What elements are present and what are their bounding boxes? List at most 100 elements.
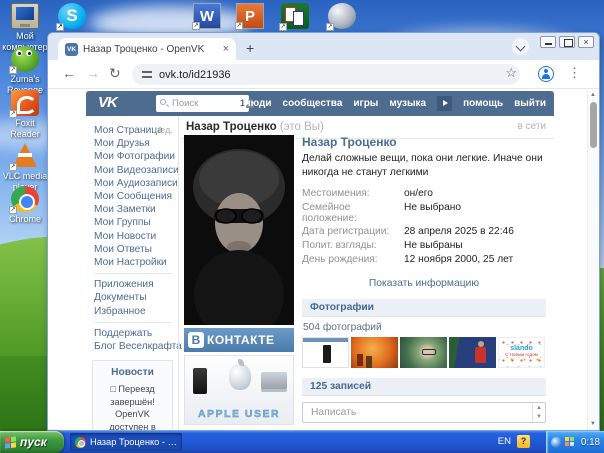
- address-bar[interactable]: ovk.to/id21936: [132, 64, 520, 85]
- icon-label: Foxit Reader: [1, 118, 49, 139]
- photo-thumbnail[interactable]: [400, 337, 447, 368]
- wall-write-input[interactable]: Написать ▲▼: [302, 402, 546, 423]
- desktop-icon-zuma[interactable]: ↗ Zuma's Revenge: [1, 46, 49, 95]
- profile-name[interactable]: Назар Троценко: [302, 135, 546, 149]
- sidebar-item-donate[interactable]: Поддержать: [86, 327, 178, 340]
- vk-sidebar: Моя Страницаред. Мои Друзья Мои Фотограф…: [86, 116, 178, 430]
- photo-thumbnail[interactable]: slando С Новым годом: [498, 337, 545, 368]
- task-label: Назар Троценко - О...: [90, 437, 177, 447]
- sidebar-item-answers[interactable]: Мои Ответы: [86, 243, 178, 256]
- nav-people[interactable]: люди: [244, 98, 271, 109]
- sidebar-item-messages[interactable]: Мои Сообщения: [86, 190, 178, 203]
- sidebar-item-my-page[interactable]: Моя Страницаред.: [86, 124, 178, 137]
- photo-thumbnail[interactable]: [449, 337, 496, 368]
- icon-label: Chrome: [1, 214, 49, 225]
- sidebar-item-blog[interactable]: Блог Веселкрафта: [86, 340, 178, 353]
- taskbar-window-button[interactable]: Назар Троценко - О...: [70, 433, 182, 451]
- taskbar: пуск Назар Троценко - О... EN ? 0:18: [0, 431, 604, 453]
- window-controls: ×: [540, 36, 594, 48]
- profile-avatar-icon[interactable]: [538, 66, 554, 82]
- photos-count-link[interactable]: 504 фотографий: [303, 322, 546, 333]
- photos-row: slando С Новым годом: [302, 337, 546, 368]
- sidebar-item-audio[interactable]: Мои Аудиозаписи: [86, 177, 178, 190]
- resize-handle[interactable]: ▲▼: [532, 403, 545, 422]
- sidebar-item-photos[interactable]: Мои Фотографии: [86, 150, 178, 163]
- language-indicator[interactable]: EN: [498, 436, 511, 447]
- sidebar-item-groups[interactable]: Мои Группы: [86, 216, 178, 229]
- bookmark-star-icon[interactable]: ☆: [505, 65, 517, 81]
- play-button-icon[interactable]: [437, 96, 452, 111]
- close-button[interactable]: ×: [578, 36, 594, 48]
- info-value: Не выбраны: [404, 240, 463, 251]
- maximize-button[interactable]: [559, 36, 575, 48]
- tab-close-icon[interactable]: ×: [223, 44, 229, 55]
- desktop-icon-my-computer[interactable]: Мой компьютер: [1, 3, 49, 52]
- back-button[interactable]: ←: [62, 65, 76, 81]
- browser-tab[interactable]: VK Назар Троценко - OpenVK ×: [58, 38, 236, 60]
- nav-music[interactable]: музыка: [389, 98, 426, 109]
- menu-dots-icon[interactable]: ⋮: [568, 65, 581, 81]
- info-value: Не выбрано: [404, 202, 461, 224]
- scrollbar[interactable]: ▲ ▼: [587, 90, 598, 430]
- clock[interactable]: 0:18: [581, 437, 600, 448]
- foxit-icon: ↗: [11, 90, 39, 116]
- browser-window: VK Назар Троценко - OpenVK × + × ← → ↻ o…: [47, 32, 600, 431]
- wall-section-header[interactable]: 125 записей: [302, 378, 546, 396]
- nav-communities[interactable]: сообщества: [283, 98, 343, 109]
- info-value: он/его: [404, 188, 433, 199]
- sidebar-item-apps[interactable]: Приложения: [86, 278, 178, 291]
- profile-title-name: Назар Троценко: [186, 121, 277, 133]
- vk-top-nav: люди сообщества игры музыка помощь выйти: [244, 91, 546, 116]
- nav-help[interactable]: помощь: [463, 98, 503, 109]
- info-value: 28 апреля 2025 в 22:46: [404, 226, 514, 237]
- shortcut-arrow-icon: ↗: [9, 110, 17, 118]
- help-tray-icon[interactable]: ?: [517, 435, 530, 448]
- reload-button[interactable]: ↻: [109, 65, 121, 82]
- tab-search-chevron-icon[interactable]: [512, 38, 529, 55]
- show-info-link[interactable]: Показать информацию: [302, 278, 546, 289]
- tray-network-icon[interactable]: [565, 437, 575, 447]
- sidebar-item-notes[interactable]: Мои Заметки: [86, 203, 178, 216]
- my-computer-icon: [11, 3, 39, 29]
- vk-main: в сети Назар Троценко (это Вы): [180, 116, 554, 430]
- sidebar-item-documents[interactable]: Документы: [86, 291, 178, 304]
- sidebar-item-videos[interactable]: Мои Видеозаписи: [86, 164, 178, 177]
- thumbnail-caption-text: С Новым годом: [499, 352, 544, 357]
- iphone-image: [193, 368, 207, 394]
- nav-games[interactable]: игры: [353, 98, 378, 109]
- edit-link[interactable]: ред.: [155, 124, 173, 137]
- profile-title-suffix: (это Вы): [280, 121, 324, 133]
- search-input[interactable]: Поиск 1: [156, 95, 249, 112]
- photo-thumbnail[interactable]: [302, 337, 349, 368]
- forward-button[interactable]: →: [86, 65, 100, 81]
- vk-banner-text: КОНТАКТЕ: [207, 333, 275, 347]
- tray-globe-icon[interactable]: [551, 437, 562, 448]
- scroll-up-icon[interactable]: ▲: [588, 90, 598, 101]
- nav-logout[interactable]: выйти: [514, 98, 546, 109]
- new-tab-button[interactable]: +: [246, 40, 254, 56]
- desktop-icon-vlc[interactable]: ↗ VLC media player: [1, 143, 49, 192]
- vk-logo[interactable]: VK: [98, 94, 117, 111]
- desktop-icon-foxit[interactable]: ↗ Foxit Reader: [1, 90, 49, 139]
- divider: [178, 116, 179, 430]
- scroll-down-icon[interactable]: ▼: [588, 419, 598, 430]
- sidebar-item-settings[interactable]: Мои Настройки: [86, 256, 178, 269]
- url-text[interactable]: ovk.to/id21936: [159, 69, 231, 81]
- desktop-icon-chrome[interactable]: ↗ Chrome: [1, 186, 49, 225]
- photos-section-header[interactable]: Фотографии: [302, 299, 546, 317]
- info-label: Полит. взгляды:: [302, 240, 404, 251]
- tab-title: Назар Троценко - OpenVK: [83, 44, 218, 55]
- site-settings-icon[interactable]: [142, 70, 152, 79]
- photo-thumbnail[interactable]: [351, 337, 398, 368]
- sidebar-item-friends[interactable]: Мои Друзья: [86, 137, 178, 150]
- scrollbar-thumb[interactable]: [590, 102, 597, 148]
- vk-header: VK Поиск 1 люди сообщества игры музыка п…: [86, 91, 554, 116]
- browser-toolbar: ← → ↻ ovk.to/id21936 ☆ ⋮: [48, 60, 599, 89]
- news-title: Новости: [97, 367, 168, 378]
- sidebar-item-favorites[interactable]: Избранное: [86, 305, 178, 318]
- profile-info-column: Назар Троценко Делай сложные вещи, пока …: [302, 135, 546, 430]
- minimize-button[interactable]: [540, 36, 556, 48]
- sidebar-item-news[interactable]: Мои Новости: [86, 230, 178, 243]
- start-button[interactable]: пуск: [0, 431, 64, 453]
- profile-avatar-photo[interactable]: [184, 135, 294, 325]
